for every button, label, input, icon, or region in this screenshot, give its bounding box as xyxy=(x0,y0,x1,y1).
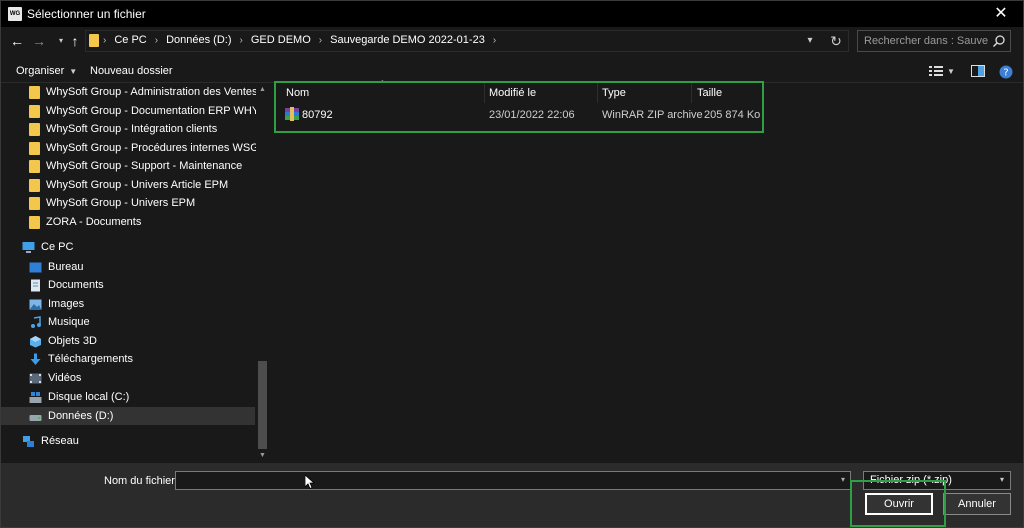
file-list xyxy=(271,83,1023,463)
folder-icon xyxy=(29,196,40,210)
music-icon xyxy=(31,315,41,328)
sidebar-item-local-disk-c[interactable]: Disque local (C:) xyxy=(1,388,255,406)
help-icon[interactable]: ? xyxy=(999,65,1013,79)
cube-icon xyxy=(30,335,41,347)
chevron-right-icon: › xyxy=(103,34,107,46)
chevron-down-icon[interactable]: ▾ xyxy=(801,32,819,50)
file-dialog-window: WG Sélectionner un fichier ✕ ← → ▾ ↑ › C… xyxy=(0,0,1024,528)
folder-icon xyxy=(29,215,40,229)
cancel-button[interactable]: Annuler xyxy=(943,493,1011,515)
sidebar-item-desktop[interactable]: Bureau xyxy=(1,258,255,276)
breadcrumb-item[interactable]: Données (D:) xyxy=(166,34,231,46)
folder-icon xyxy=(29,85,40,99)
chevron-right-icon[interactable]: › xyxy=(493,35,496,46)
highlight-box xyxy=(850,480,946,527)
chevron-right-icon[interactable]: › xyxy=(319,35,322,46)
new-folder-button[interactable]: Nouveau dossier xyxy=(90,65,173,77)
breadcrumb-item[interactable]: Ce PC xyxy=(114,34,146,46)
breadcrumb-item[interactable]: GED DEMO xyxy=(251,34,311,46)
breadcrumb-item[interactable]: Sauvegarde DEMO 2022-01-23 xyxy=(330,34,485,46)
network-icon xyxy=(23,435,34,447)
folder-icon xyxy=(89,34,99,47)
video-icon xyxy=(29,373,42,383)
sidebar-folder-item[interactable]: WhySoft Group - Documentation ERP WHY xyxy=(1,102,259,120)
chevron-down-icon[interactable]: ▾ xyxy=(995,472,1009,488)
computer-icon xyxy=(22,241,35,253)
highlight-box xyxy=(274,81,764,133)
documents-icon xyxy=(31,279,40,291)
forward-arrow-icon[interactable]: → xyxy=(29,32,49,50)
scroll-down-arrow-icon[interactable]: ▼ xyxy=(256,450,269,462)
folder-icon xyxy=(29,141,40,155)
sidebar-folder-item[interactable]: WhySoft Group - Procédures internes WSG xyxy=(1,139,259,157)
sidebar-folder-item[interactable]: WhySoft Group - Intégration clients xyxy=(1,120,255,138)
chevron-right-icon[interactable]: › xyxy=(240,35,243,46)
sidebar-item-music[interactable]: Musique xyxy=(1,313,255,331)
sidebar-item-downloads[interactable]: Téléchargements xyxy=(1,350,255,368)
pictures-icon xyxy=(29,299,42,309)
close-icon[interactable]: ✕ xyxy=(979,1,1023,27)
sidebar-item-pictures[interactable]: Images xyxy=(1,295,255,313)
navigation-pane: WhySoft Group - Administration des Vente… xyxy=(1,83,269,463)
drive-icon xyxy=(29,414,42,421)
folder-icon xyxy=(29,104,40,118)
title-bar: WG Sélectionner un fichier ✕ xyxy=(1,1,1023,27)
sidebar-folder-item[interactable]: WhySoft Group - Univers Article EPM xyxy=(1,176,255,194)
sidebar-folder-item[interactable]: WhySoft Group - Support - Maintenance xyxy=(1,157,255,175)
windows-drive-icon xyxy=(29,391,42,403)
sidebar-item-data-d[interactable]: Données (D:) xyxy=(1,407,255,425)
organize-button[interactable]: Organiser ▼ xyxy=(16,65,77,77)
folder-icon xyxy=(29,178,40,192)
filename-input[interactable] xyxy=(175,471,851,490)
sidebar-item-3d-objects[interactable]: Objets 3D xyxy=(1,332,255,350)
sidebar-folder-item[interactable]: WhySoft Group - Administration des Vente… xyxy=(1,83,258,101)
breadcrumb: › Ce PC › Données (D:) › GED DEMO › Sauv… xyxy=(103,34,504,46)
sidebar-item-this-pc[interactable]: Ce PC xyxy=(1,238,255,256)
chevron-down-icon[interactable]: ▾ xyxy=(837,472,849,488)
sidebar-item-documents[interactable]: Documents xyxy=(1,276,255,294)
view-options-icon[interactable] xyxy=(929,65,943,77)
sidebar-item-videos[interactable]: Vidéos xyxy=(1,369,255,387)
back-arrow-icon[interactable]: ← xyxy=(7,32,27,50)
chevron-down-icon[interactable]: ▼ xyxy=(947,67,955,76)
folder-icon xyxy=(29,159,40,173)
sidebar-folder-item[interactable]: WhySoft Group - Univers EPM xyxy=(1,194,255,212)
app-logo-icon: WG xyxy=(8,7,22,21)
up-arrow-icon[interactable]: ↑ xyxy=(65,32,85,50)
scrollbar-thumb[interactable] xyxy=(258,361,267,449)
chevron-right-icon[interactable]: › xyxy=(155,35,158,46)
window-title: Sélectionner un fichier xyxy=(27,7,146,21)
download-icon xyxy=(30,353,41,365)
chevron-down-icon: ▼ xyxy=(69,67,78,76)
refresh-icon[interactable]: ↻ xyxy=(827,32,845,50)
scroll-up-arrow-icon[interactable]: ▲ xyxy=(256,84,269,96)
mouse-cursor-icon xyxy=(305,475,315,489)
organize-label: Organiser xyxy=(16,65,65,77)
desktop-icon xyxy=(29,262,42,272)
preview-pane-icon[interactable] xyxy=(971,65,985,77)
search-input[interactable] xyxy=(857,30,1011,52)
sidebar-folder-item[interactable]: ZORA - Documents xyxy=(1,213,255,231)
search-icon[interactable] xyxy=(992,34,1006,48)
svg-text:?: ? xyxy=(1003,68,1008,79)
sidebar-item-network[interactable]: Réseau xyxy=(1,432,255,450)
filename-label: Nom du fichier : xyxy=(104,475,182,487)
folder-icon xyxy=(29,122,40,136)
